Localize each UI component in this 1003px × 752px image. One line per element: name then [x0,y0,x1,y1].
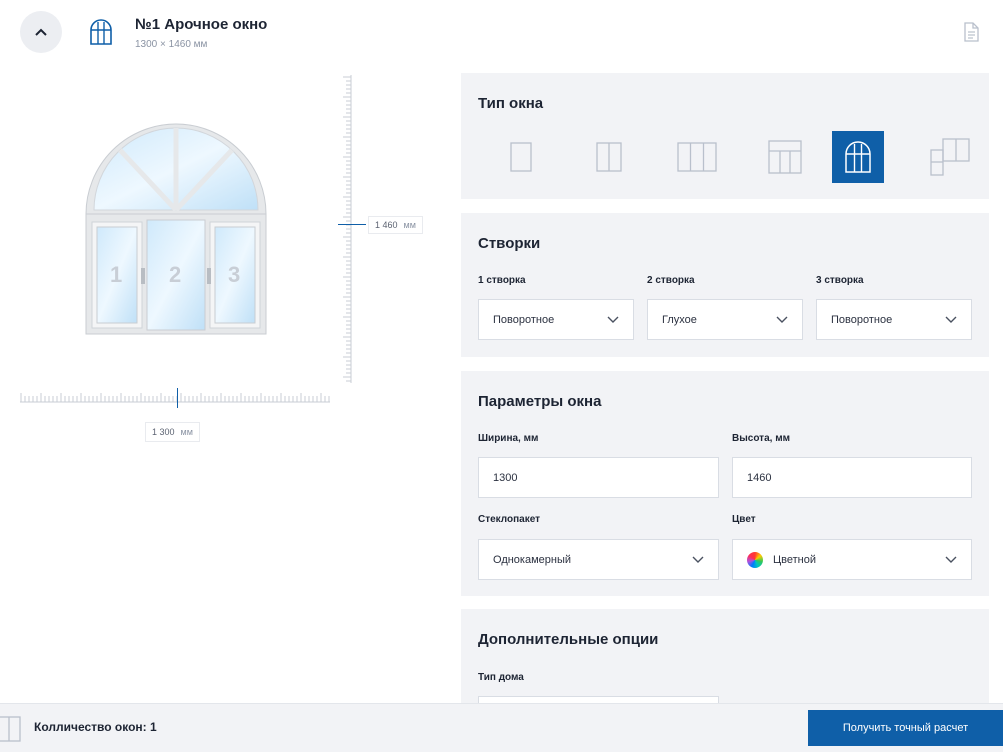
window-preview [85,123,267,335]
window-size: 1300 × 1460 мм [135,39,208,50]
glass-label: Стеклопакет [478,514,541,525]
type-option-double[interactable] [583,131,635,183]
type-option-single[interactable] [495,131,547,183]
chevron-down-icon [607,316,619,323]
window-count-icon [0,716,22,747]
triple-sash-icon [677,142,717,172]
arched-window-icon [845,141,871,173]
window-params-panel: Параметры окна Ширина, мм Высота, мм 130… [461,371,989,596]
arched-window-icon [90,19,112,50]
sash-3-select[interactable]: Поворотное [816,299,972,340]
sash-number-2: 2 [169,262,182,287]
house-type-label: Тип дома [478,672,524,683]
double-sash-icon [596,142,622,172]
width-marker [177,388,178,408]
chevron-down-icon [692,556,704,563]
width-dimension-value: 1 300 [152,427,175,437]
width-ruler [20,393,330,403]
color-select[interactable]: Цветной [732,539,972,580]
footer-bar: Колличество окон: 1 Получить точный расч… [0,703,1003,752]
height-dimension-unit: мм [403,220,416,230]
width-dimension: 1 300 мм [145,422,200,442]
transom-window-icon [768,140,802,174]
width-label: Ширина, мм [478,433,539,444]
sash-1-value: Поворотное [493,313,555,326]
height-input[interactable]: 1460 [732,457,972,498]
get-estimate-button[interactable]: Получить точный расчет [808,710,1003,746]
height-ruler [343,75,352,383]
collapse-button[interactable] [20,11,62,53]
glass-value: Однокамерный [493,553,572,566]
type-option-triple[interactable] [671,131,723,183]
type-option-transom[interactable] [759,131,811,183]
balcony-block-icon [930,138,970,176]
width-input[interactable]: 1300 [478,457,719,498]
extra-title: Дополнительные опции [478,631,659,648]
sash-3-label: 3 створка [816,275,864,286]
sash-3-value: Поворотное [831,313,893,326]
sash-2-value: Глухое [662,313,697,326]
height-dimension-value: 1 460 [375,220,398,230]
window-count: Колличество окон: 1 [34,720,157,734]
chevron-down-icon [945,556,957,563]
glass-select[interactable]: Однокамерный [478,539,719,580]
chevron-down-icon [776,316,788,323]
sash-1-select[interactable]: Поворотное [478,299,634,340]
color-value: Цветной [773,553,816,566]
chevron-down-icon [945,316,957,323]
sash-1-label: 1 створка [478,275,526,286]
window-type-title: Тип окна [478,95,544,112]
height-marker [338,224,366,225]
sashes-title: Створки [478,235,541,252]
sash-number-3: 3 [228,262,241,287]
type-option-balcony[interactable] [924,131,976,183]
color-select-content: Цветной [747,551,816,568]
sash-2-select[interactable]: Глухое [647,299,803,340]
width-dimension-unit: мм [180,427,193,437]
window-type-options [478,131,978,183]
single-sash-icon [510,142,532,172]
sash-2-label: 2 створка [647,275,695,286]
sashes-panel: Створки 1 створка 2 створка 3 створка По… [461,213,989,357]
height-label: Высота, мм [732,433,790,444]
color-wheel-icon [747,551,763,568]
extra-options-panel: Дополнительные опции Тип дома [461,609,989,737]
window-type-panel: Тип окна [461,73,989,199]
window-title: №1 Арочное окно [135,16,268,33]
color-label: Цвет [732,514,756,525]
height-dimension: 1 460 мм [368,216,423,234]
document-icon[interactable] [962,22,980,47]
params-title: Параметры окна [478,393,602,410]
sash-number-1: 1 [110,262,123,287]
type-option-arched[interactable] [832,131,884,183]
chevron-up-icon [35,28,47,36]
